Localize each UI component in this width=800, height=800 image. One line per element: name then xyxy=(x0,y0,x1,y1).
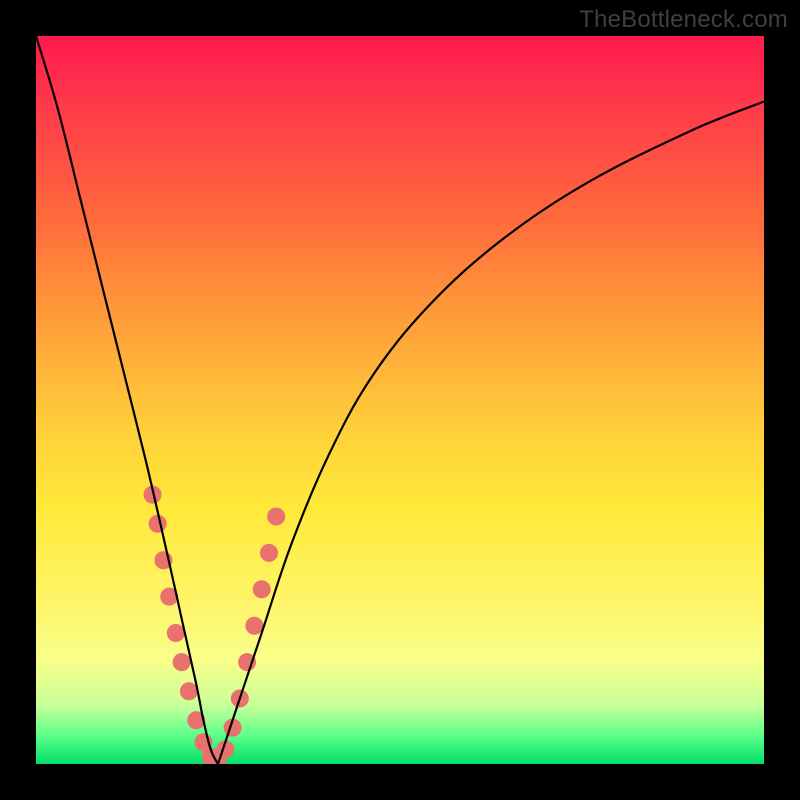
bead-point xyxy=(246,617,263,634)
bead-point xyxy=(167,625,184,642)
bead-point xyxy=(253,581,270,598)
chart-frame: TheBottleneck.com xyxy=(0,0,800,800)
watermark-text: TheBottleneck.com xyxy=(579,6,788,34)
bead-point xyxy=(268,508,285,525)
bead-point xyxy=(261,544,278,561)
chart-plot-area xyxy=(36,36,764,764)
right-branch-curve xyxy=(218,102,764,765)
chart-svg xyxy=(36,36,764,764)
bead-point xyxy=(173,654,190,671)
bead-point xyxy=(180,683,197,700)
bead-point xyxy=(149,515,166,532)
left-branch-curve xyxy=(36,36,218,764)
